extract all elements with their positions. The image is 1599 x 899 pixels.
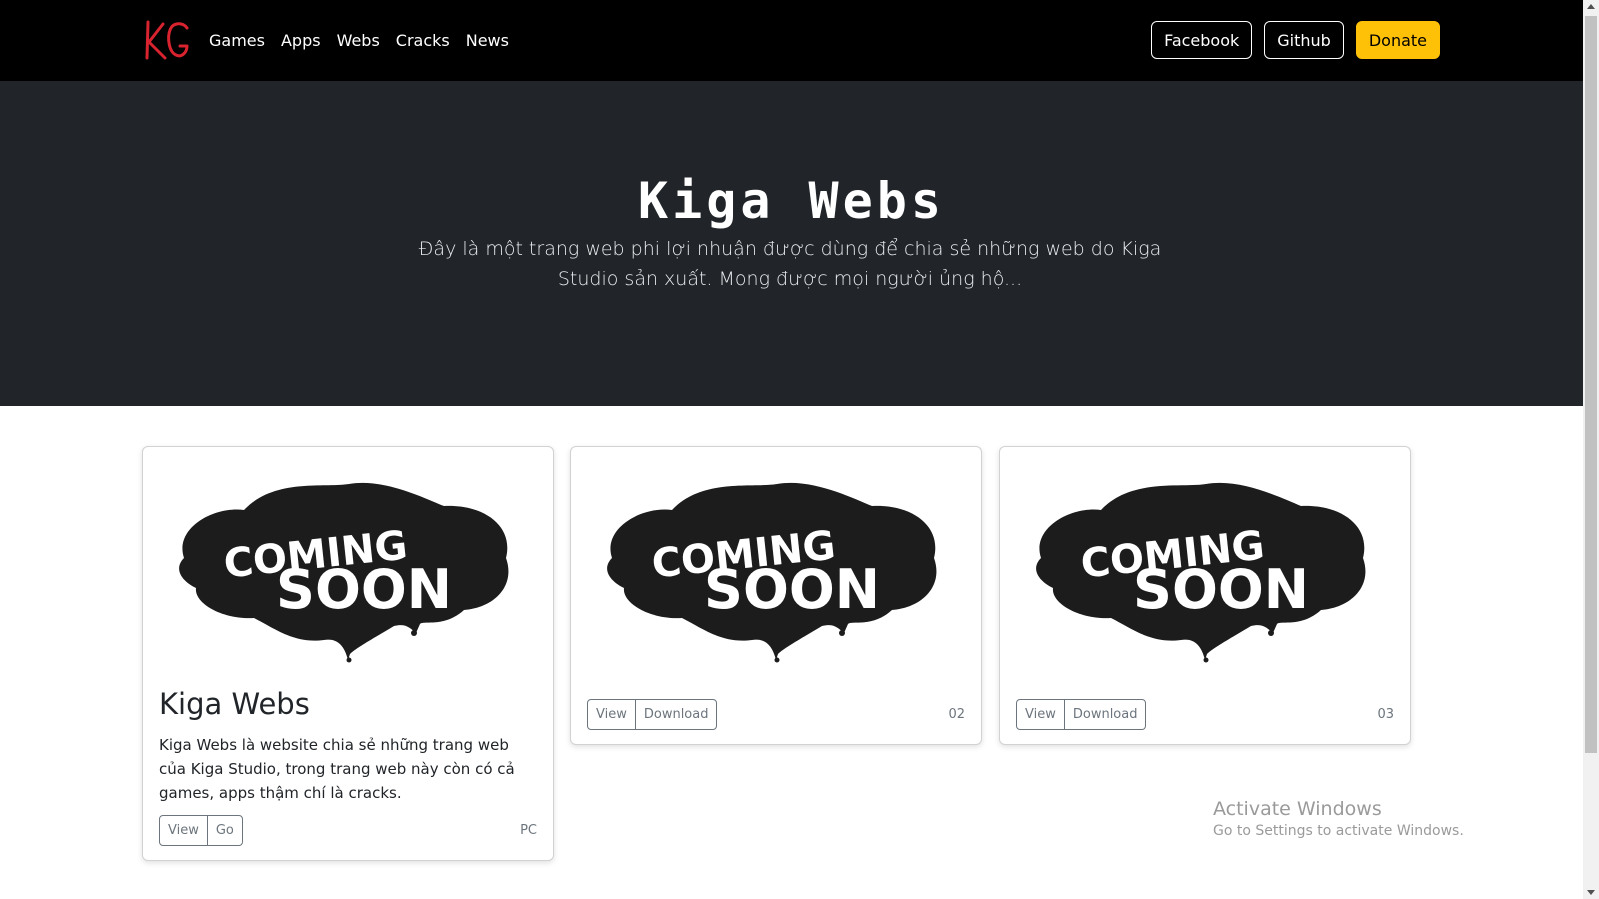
view-button[interactable]: View — [159, 815, 208, 846]
nav-link-webs[interactable]: Webs — [337, 29, 380, 53]
card-title: Kiga Webs — [159, 687, 310, 721]
nav-links: Games Apps Webs Cracks News — [209, 29, 525, 53]
view-button[interactable]: View — [1016, 699, 1065, 730]
svg-text:SOON: SOON — [276, 558, 452, 621]
card-actions: View Download — [1016, 699, 1147, 730]
coming-soon-image: COMING SOON — [1036, 482, 1366, 663]
card-actions: View Download — [587, 699, 718, 730]
nav-link-news[interactable]: News — [466, 29, 509, 53]
coming-soon-image: COMING SOON — [607, 482, 937, 663]
card-number: 02 — [948, 707, 965, 722]
vertical-scrollbar[interactable] — [1583, 0, 1599, 899]
svg-text:SOON: SOON — [1133, 558, 1309, 621]
scroll-down-arrow-icon[interactable] — [1587, 890, 1595, 895]
card-3: COMING SOON View Download 03 — [999, 446, 1411, 745]
go-button[interactable]: Go — [206, 815, 243, 846]
card-platform: PC — [520, 823, 537, 838]
hero-description: Đây là một trang web phi lợi nhuận được … — [418, 238, 1162, 290]
download-button[interactable]: Download — [634, 699, 718, 730]
card-kiga-webs: COMING SOON Kiga Webs Kiga Webs là websi… — [142, 446, 554, 861]
scroll-up-arrow-icon[interactable] — [1587, 4, 1595, 9]
card-text: Kiga Webs là website chia sẻ những trang… — [159, 736, 515, 802]
facebook-button[interactable]: Facebook — [1151, 21, 1253, 59]
scrollbar-thumb[interactable] — [1585, 16, 1597, 753]
nav-link-games[interactable]: Games — [209, 29, 265, 53]
watermark-title: Activate Windows — [1213, 798, 1382, 820]
brand-logo[interactable]: KG — [143, 18, 191, 62]
nav-link-apps[interactable]: Apps — [281, 29, 321, 53]
hero-section: Kiga Webs Đây là một trang web phi lợi n… — [0, 81, 1583, 406]
card-actions: View Go — [159, 815, 243, 846]
watermark-subtitle: Go to Settings to activate Windows. — [1213, 823, 1464, 839]
nav-actions: Facebook Github Donate — [1151, 21, 1440, 59]
donate-button[interactable]: Donate — [1355, 21, 1440, 59]
coming-soon-image: COMING SOON — [179, 482, 509, 663]
view-button[interactable]: View — [587, 699, 636, 730]
card-2: COMING SOON View Download 02 — [570, 446, 982, 745]
windows-activation-watermark: Activate Windows Go to Settings to activ… — [1213, 797, 1464, 841]
card-number: 03 — [1377, 707, 1394, 722]
page-title: Kiga Webs — [638, 172, 945, 230]
github-button[interactable]: Github — [1264, 21, 1344, 59]
svg-text:KG: KG — [167, 41, 169, 43]
download-button[interactable]: Download — [1063, 699, 1147, 730]
svg-text:SOON: SOON — [704, 558, 880, 621]
nav-link-cracks[interactable]: Cracks — [396, 29, 450, 53]
navbar: KG Games Apps Webs Cracks News Facebook … — [0, 0, 1583, 81]
